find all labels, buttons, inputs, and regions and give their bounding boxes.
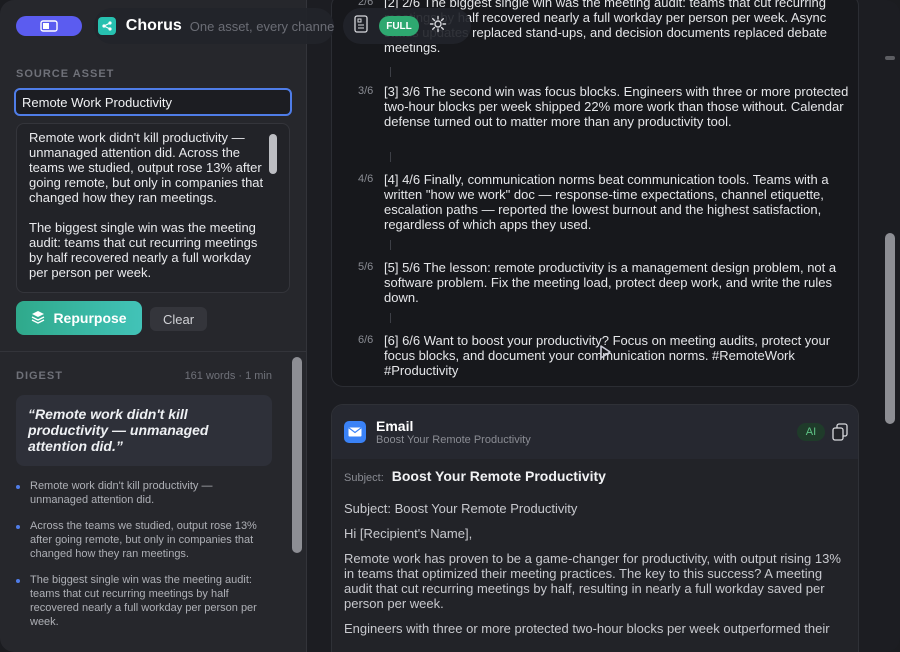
- bullet-text: The biggest single win was the meeting a…: [30, 574, 257, 628]
- email-paragraph: Remote work has proven to be a game-chan…: [344, 551, 841, 611]
- post-text: [4] 4/6 Finally, communication norms bea…: [384, 172, 829, 232]
- thread-connector: [390, 67, 391, 77]
- source-asset-label: SOURCE ASSET: [16, 68, 115, 80]
- bullet-text: Across the teams we studied, output rose…: [30, 520, 257, 560]
- mode-badge[interactable]: FULL: [379, 16, 419, 36]
- play-icon[interactable]: [597, 344, 613, 360]
- mail-icon: [344, 421, 366, 443]
- digest-quote: “Remote work didn't kill productivity — …: [16, 395, 272, 466]
- subject-value: Boost Your Remote Productivity: [391, 468, 606, 484]
- digest-bullet-list: Remote work didn't kill productivity — u…: [16, 479, 272, 641]
- bullet-dot: [16, 579, 20, 583]
- digest-label: DIGEST: [16, 370, 63, 382]
- digest-bullet: Across the teams we studied, output rose…: [16, 519, 272, 561]
- email-subtitle: Boost Your Remote Productivity: [376, 434, 531, 446]
- tools-pill: FULL: [343, 8, 471, 44]
- email-paragraph: Hi [Recipient's Name],: [344, 526, 473, 541]
- post-number: 4/6: [358, 173, 374, 185]
- post-number: 3/6: [358, 85, 374, 97]
- sidebar-toggle-button[interactable]: [16, 16, 82, 36]
- sidebar-icon: [40, 20, 58, 32]
- document-scan-icon[interactable]: [353, 14, 369, 38]
- thread-connector: [390, 313, 391, 323]
- chorus-logo-icon: [98, 17, 116, 35]
- repurpose-button[interactable]: Repurpose: [16, 301, 142, 335]
- bullet-dot: [16, 525, 20, 529]
- app-name: Chorus: [125, 17, 182, 34]
- post-number: 5/6: [358, 261, 374, 273]
- post-number: 6/6: [358, 334, 374, 346]
- left-panel: SOURCE ASSET Remote work didn't kill pro…: [0, 0, 307, 652]
- asset-body-text: Remote work didn't kill productivity — u…: [29, 130, 264, 280]
- ai-badge: AI: [797, 423, 825, 441]
- app-window: SOURCE ASSET Remote work didn't kill pro…: [0, 0, 900, 652]
- thread-connector: [390, 152, 391, 162]
- digest-bullet: The biggest single win was the meeting a…: [16, 573, 272, 629]
- left-panel-scrollbar[interactable]: [292, 357, 302, 553]
- app-tagline: One asset, every channel: [189, 18, 334, 34]
- copy-icon[interactable]: [832, 423, 848, 441]
- email-subject-row: Subject: Boost Your Remote Productivity: [344, 469, 850, 491]
- email-card: Email Boost Your Remote Productivity AI …: [331, 404, 859, 652]
- subject-label: Subject:: [344, 472, 384, 484]
- bullet-dot: [16, 485, 20, 489]
- clear-button[interactable]: Clear: [150, 307, 207, 331]
- bullet-text: Remote work didn't kill productivity — u…: [30, 480, 213, 506]
- right-scrollbar-track-top: [885, 56, 895, 60]
- post-text: [5] 5/6 The lesson: remote productivity …: [384, 260, 837, 305]
- gear-icon[interactable]: [429, 15, 447, 38]
- post-text: [3] 3/6 The second win was focus blocks.…: [384, 84, 849, 129]
- digest-word-count: 161 words · 1 min: [184, 370, 272, 382]
- textarea-scrollbar[interactable]: [269, 134, 277, 174]
- email-card-header: Email Boost Your Remote Productivity AI: [332, 405, 858, 459]
- thread-connector: [390, 240, 391, 250]
- layers-icon: [31, 310, 45, 327]
- brand-pill: Chorus One asset, every channel: [94, 8, 334, 44]
- asset-title-input[interactable]: [14, 88, 292, 116]
- post-text: [6] 6/6 Want to boost your productivity?…: [384, 333, 831, 378]
- email-channel-title: Email: [376, 418, 414, 434]
- divider: [0, 351, 307, 352]
- right-panel-scrollbar[interactable]: [885, 233, 895, 424]
- thread-card: 2/6 [2] 2/6 The biggest single win was t…: [331, 0, 859, 387]
- digest-bullet: Remote work didn't kill productivity — u…: [16, 479, 272, 507]
- email-paragraph: Subject: Boost Your Remote Productivity: [344, 501, 578, 516]
- email-paragraph: Engineers with three or more protected t…: [344, 621, 830, 636]
- repurpose-label: Repurpose: [53, 310, 127, 326]
- asset-body-textarea[interactable]: Remote work didn't kill productivity — u…: [16, 123, 290, 293]
- email-body: Subject: Boost Your Remote Productivity …: [344, 469, 850, 637]
